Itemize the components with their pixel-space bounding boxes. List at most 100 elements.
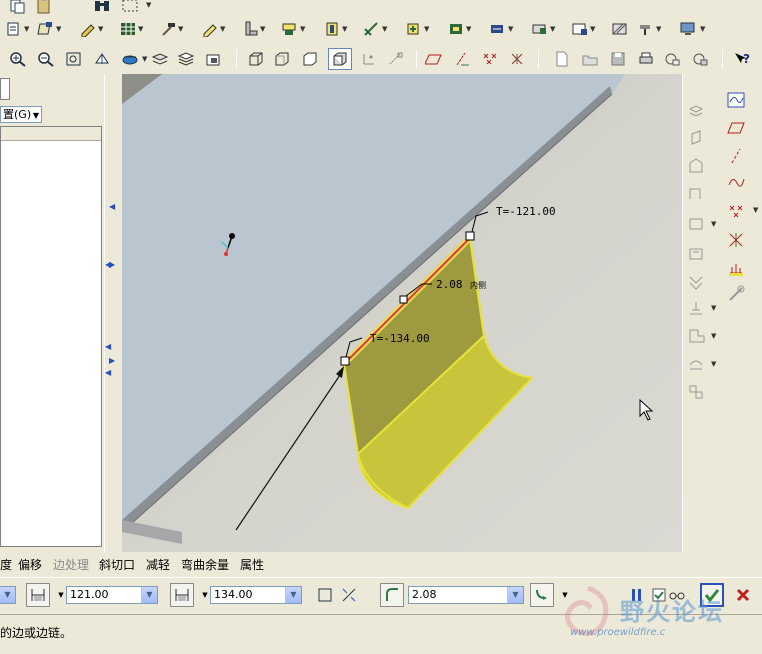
sketch-profile-icon[interactable] [316, 586, 334, 604]
fold-back-dropdown[interactable]: ▼ [711, 360, 716, 368]
offset-start-input[interactable]: 121.00 ▼ [66, 586, 158, 604]
print-icon[interactable] [636, 50, 656, 68]
copy-icon[interactable] [8, 0, 28, 15]
no-hidden-icon[interactable] [300, 50, 320, 68]
expand-arrow-icon[interactable]: ▶ [109, 356, 115, 366]
model-tree-list[interactable] [0, 126, 102, 547]
form-dropdown[interactable]: ▼ [466, 20, 472, 38]
select-box-dropdown[interactable]: ▼ [146, 0, 152, 14]
save-icon[interactable] [608, 50, 628, 68]
extrude-wall-icon[interactable] [322, 20, 342, 38]
layers-icon[interactable] [150, 50, 170, 68]
corner-relief-icon[interactable] [530, 20, 550, 38]
start-handle[interactable] [340, 356, 350, 366]
sheetmetal-cut-icon[interactable] [685, 244, 707, 264]
pencil-icon[interactable] [78, 20, 98, 38]
csys-tool-icon[interactable] [725, 230, 747, 250]
layer-stack-icon[interactable] [176, 50, 196, 68]
monitor-dropdown[interactable]: ▼ [700, 20, 706, 38]
datum-planes-toggle-icon[interactable] [360, 50, 380, 68]
pencil-dropdown[interactable]: ▼ [98, 20, 104, 38]
table-dropdown[interactable]: ▼ [138, 20, 144, 38]
model-viewport[interactable]: T=-121.00 2.08 内侧 T=-134.00 [122, 74, 682, 552]
corner-seam-dropdown[interactable]: ▼ [711, 332, 716, 340]
hammer-icon[interactable] [158, 20, 178, 38]
monitor-icon[interactable] [678, 20, 698, 38]
collapse-arrow-icon[interactable]: ◀ [109, 202, 115, 212]
reorient-icon[interactable] [92, 50, 112, 68]
help-icon[interactable]: ? [732, 50, 752, 68]
hammer-dropdown[interactable]: ▼ [178, 20, 184, 38]
flange-icon[interactable] [280, 20, 300, 38]
datum-axis-display-icon[interactable] [452, 50, 472, 68]
shading-icon[interactable] [328, 48, 352, 70]
datum-axis-tool-icon[interactable] [725, 146, 747, 166]
convert-icon[interactable] [685, 156, 707, 176]
datum-plane-dropdown[interactable]: ▼ [56, 20, 62, 38]
saved-views-icon[interactable] [120, 50, 140, 68]
corner-relief-dropdown[interactable]: ▼ [550, 20, 556, 38]
bend-icon[interactable] [362, 20, 382, 38]
coordinate-system-display-icon[interactable] [508, 50, 528, 68]
datum-axes-toggle-icon[interactable] [386, 50, 406, 68]
collapse-arrow-icon[interactable]: ◀ [105, 342, 111, 352]
table-icon[interactable] [118, 20, 138, 38]
thickness-input[interactable]: 2.08 ▼ [408, 586, 524, 604]
offset-start-type-button[interactable] [26, 583, 50, 607]
tab-shape[interactable]: 度 [0, 556, 12, 573]
saved-views-dropdown[interactable]: ▼ [142, 50, 148, 68]
punch-icon[interactable] [636, 20, 656, 38]
refit-icon[interactable] [64, 50, 84, 68]
sketched-datum-icon[interactable] [685, 102, 707, 122]
datum-plane-icon[interactable] [36, 20, 56, 38]
datum-point-tool-icon[interactable] [725, 202, 747, 222]
rip-dropdown[interactable]: ▼ [508, 20, 514, 38]
open-file-icon[interactable] [580, 50, 600, 68]
unbend-dropdown[interactable]: ▼ [424, 20, 430, 38]
hatch-icon[interactable] [610, 20, 630, 38]
panel-splitter[interactable]: ◀ ▶ ▶ ◀ ◀ ◀ [104, 74, 122, 552]
tab-relief[interactable]: 减轻 [146, 556, 170, 573]
tab-edge-treatment[interactable]: 边处理 [53, 556, 89, 573]
regenerate-icon[interactable] [690, 50, 710, 68]
zoom-in-icon[interactable] [8, 50, 28, 68]
merge-wall-dropdown[interactable]: ▼ [711, 220, 716, 228]
tab-miter-cuts[interactable]: 斜切口 [99, 556, 135, 573]
new-file-icon[interactable] [552, 50, 572, 68]
deform-area-dropdown[interactable]: ▼ [711, 304, 716, 312]
pattern-icon[interactable] [685, 382, 707, 402]
sketch-pencil-dropdown[interactable]: ▼ [220, 20, 226, 38]
tab-bend-allowance[interactable]: 弯曲余量 [181, 556, 229, 573]
deform-area-icon[interactable] [685, 298, 707, 318]
corner-seam-icon[interactable] [685, 326, 707, 346]
select-box-icon[interactable] [120, 0, 140, 15]
unbend-icon[interactable] [404, 20, 424, 38]
binoculars-icon[interactable] [92, 0, 112, 15]
dim-width-label[interactable]: 2.08 [436, 278, 463, 291]
datum-point-dropdown[interactable]: ▼ [753, 206, 758, 214]
offset-end-type-button[interactable] [170, 583, 194, 607]
merge-wall-icon[interactable] [685, 214, 707, 234]
sketch-pencil-icon[interactable] [200, 20, 220, 38]
punch-dropdown[interactable]: ▼ [656, 20, 662, 38]
flat-pattern-icon[interactable] [570, 20, 590, 38]
datum-curve-tool-icon[interactable] [725, 172, 747, 192]
edge-bend-icon[interactable] [685, 184, 707, 204]
paste-icon[interactable] [34, 0, 54, 15]
flat-pattern-dropdown[interactable]: ▼ [590, 20, 596, 38]
bend-dropdown[interactable]: ▼ [382, 20, 388, 38]
zoom-out-icon[interactable] [36, 50, 56, 68]
analysis-icon[interactable] [725, 258, 747, 278]
collapse-arrow-icon[interactable]: ◀ [105, 260, 111, 270]
collapse-arrow-icon[interactable]: ◀ [105, 368, 111, 378]
wall-dropdown[interactable]: ▼ [260, 20, 266, 38]
form-icon[interactable] [446, 20, 466, 38]
view-manager-icon[interactable] [204, 50, 224, 68]
bend-dimension-button[interactable] [530, 583, 554, 607]
sketch-curve-icon[interactable] [725, 90, 747, 110]
mail-icon[interactable] [662, 50, 682, 68]
width-handle[interactable] [399, 295, 408, 304]
end-handle[interactable] [465, 231, 475, 241]
fold-back-icon[interactable] [685, 354, 707, 374]
dim-start-label[interactable]: T=-134.00 [370, 332, 430, 345]
